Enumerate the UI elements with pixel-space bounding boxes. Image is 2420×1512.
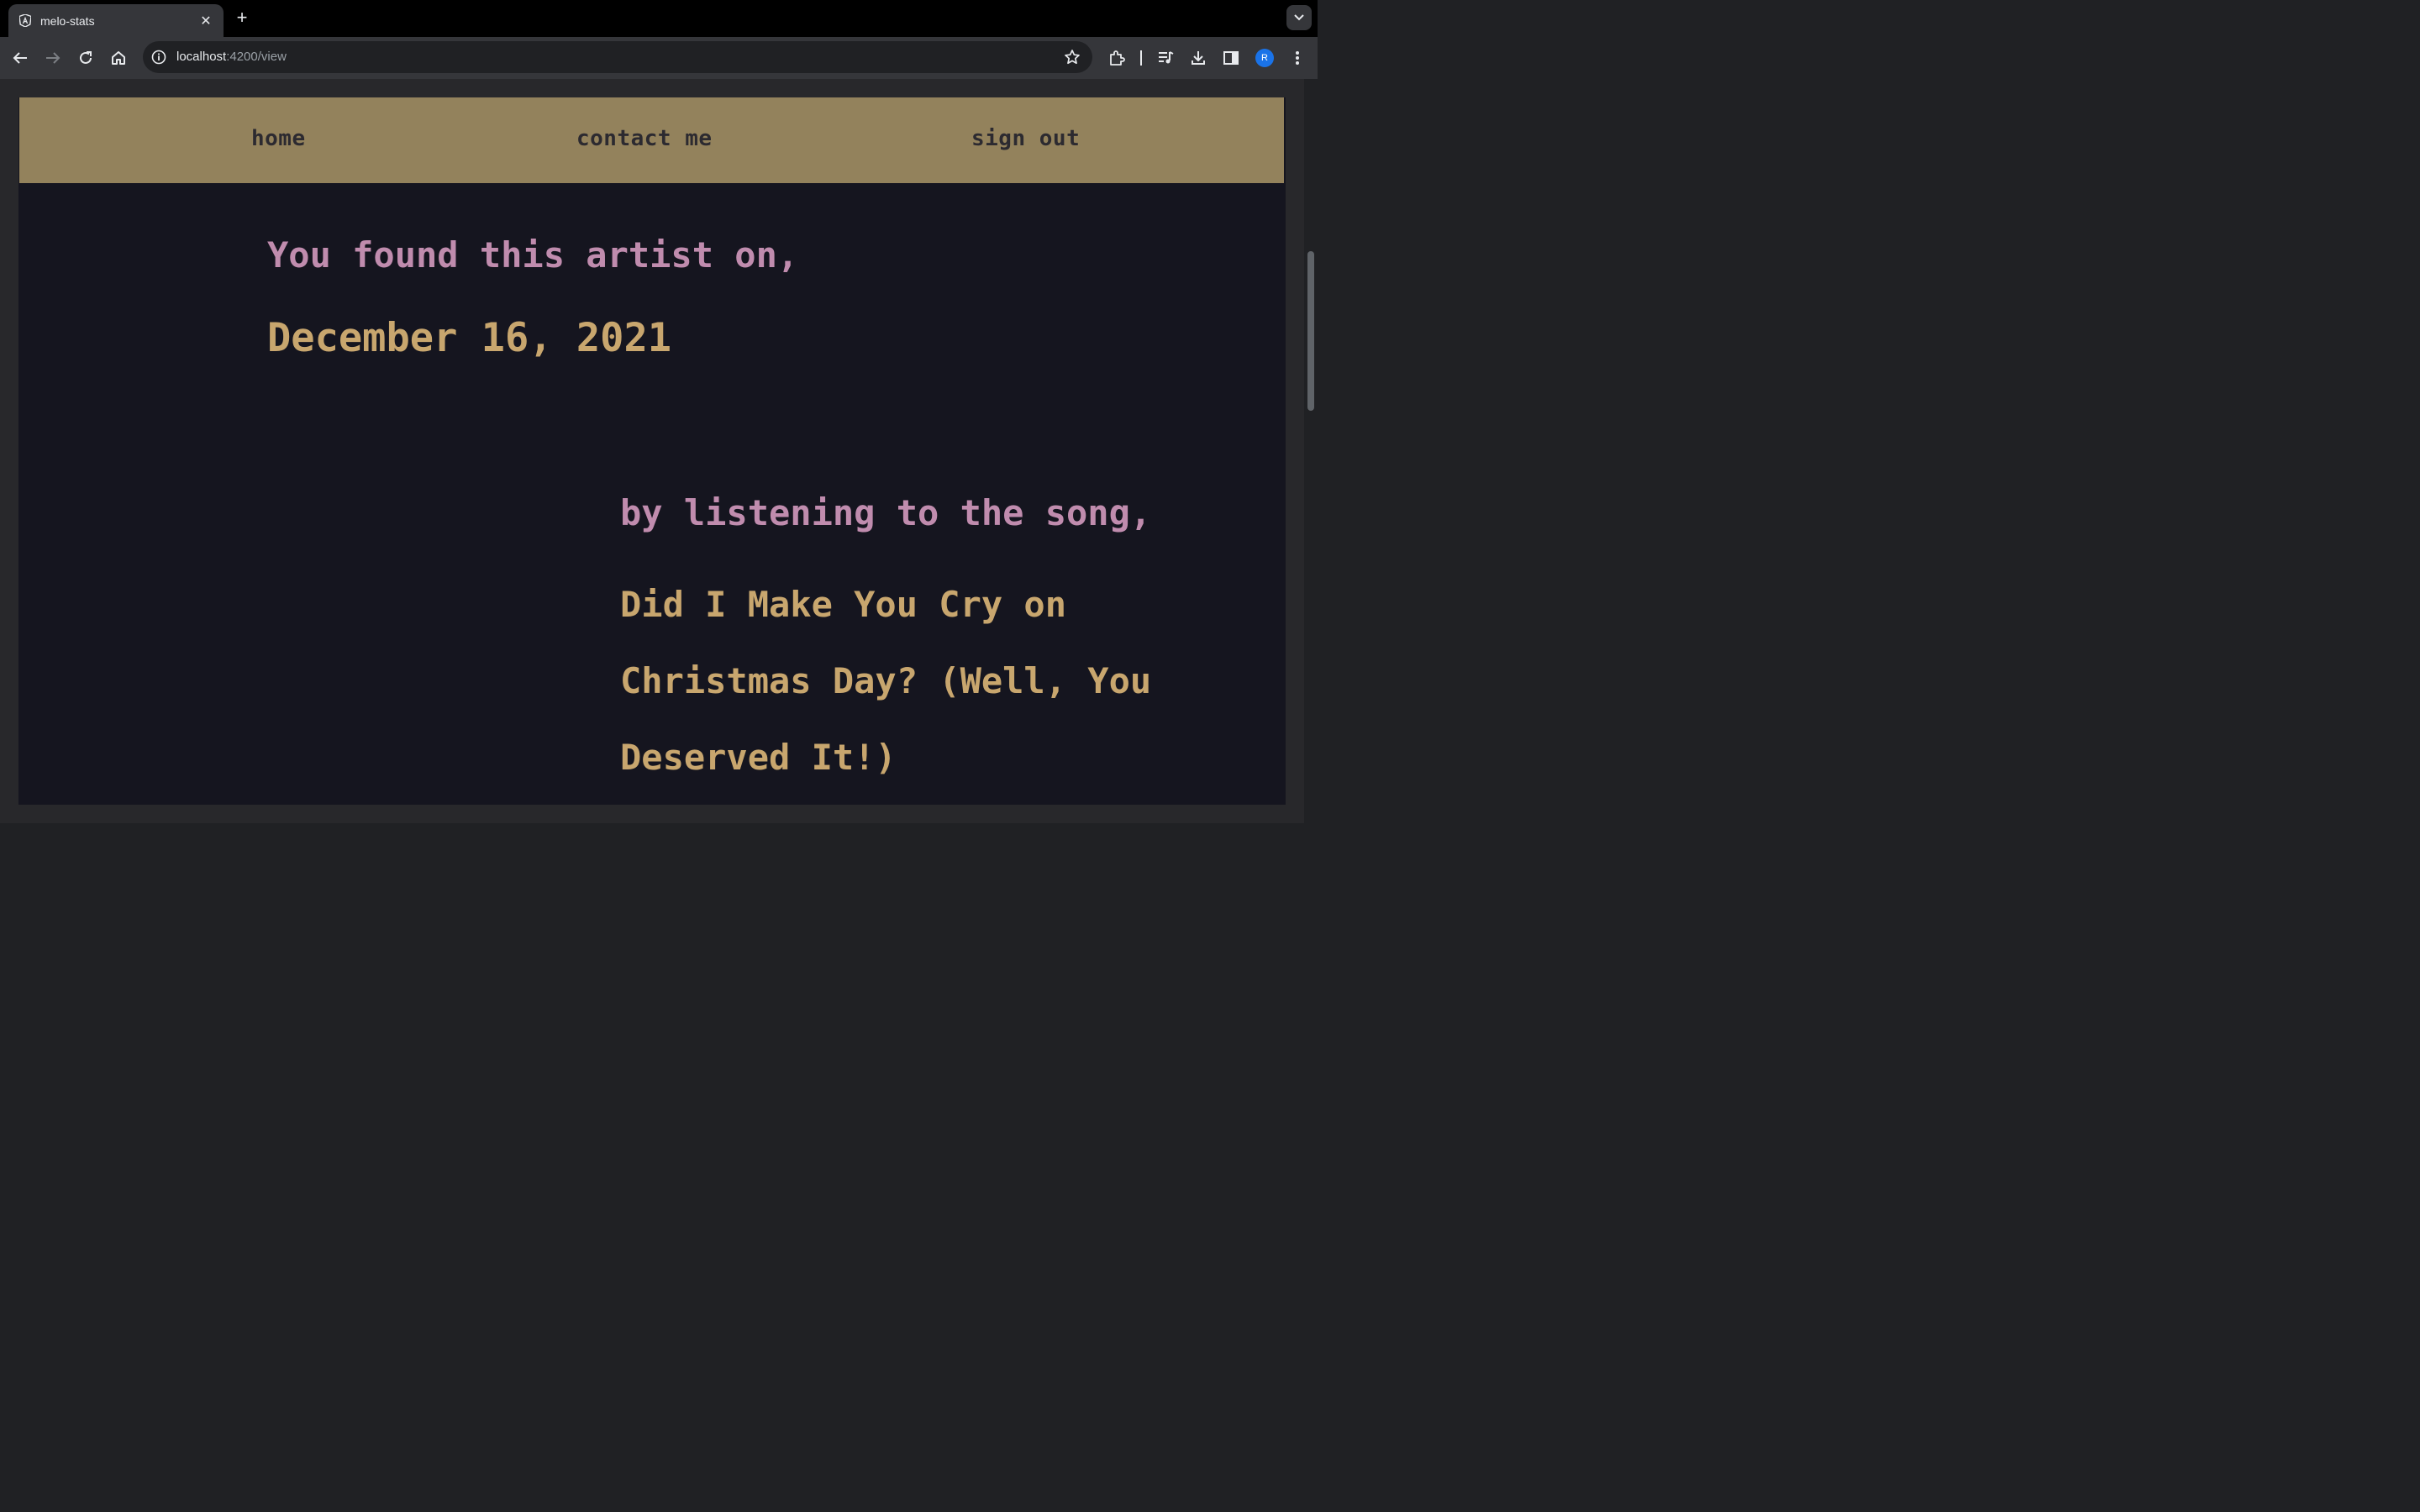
home-icon[interactable]: [108, 47, 129, 69]
menu-kebab-icon[interactable]: [1286, 47, 1308, 69]
nav-signout-link[interactable]: sign out: [971, 126, 1080, 151]
side-panel-icon[interactable]: [1220, 47, 1242, 69]
scrollbar-thumb[interactable]: [1307, 251, 1314, 411]
angular-icon: [18, 14, 32, 28]
toolbar-divider: [1140, 50, 1142, 66]
url-text: localhost:4200/view: [176, 50, 287, 64]
song-title: Did I Make You Cry on Christmas Day? (We…: [620, 584, 1152, 778]
extensions-icon[interactable]: [1106, 47, 1128, 69]
url-path: :4200/view: [226, 50, 287, 64]
address-bar[interactable]: localhost:4200/view: [143, 41, 1092, 73]
tab-search-button[interactable]: [1286, 5, 1312, 30]
discovery-date: December 16, 2021: [267, 315, 672, 361]
site-navbar: home contact me sign out: [19, 97, 1284, 183]
new-tab-icon[interactable]: +: [232, 8, 252, 29]
bookmark-star-icon[interactable]: [1064, 49, 1081, 66]
chevron-down-icon: [1294, 14, 1304, 21]
url-host: localhost: [176, 50, 227, 64]
browser-tab[interactable]: melo-stats ✕: [8, 4, 224, 37]
reload-icon[interactable]: [75, 47, 97, 69]
browser-toolbar: localhost:4200/view R: [0, 37, 1318, 79]
back-icon[interactable]: [9, 47, 31, 69]
song-label: by listening to the song,: [620, 492, 1152, 533]
nav-contact-link[interactable]: contact me: [576, 126, 713, 151]
page-viewport: home contact me sign out You found this …: [0, 79, 1318, 823]
download-icon[interactable]: [1187, 47, 1209, 69]
profile-avatar[interactable]: R: [1255, 49, 1274, 67]
media-controls-icon[interactable]: [1155, 47, 1176, 69]
tab-title: melo-stats: [40, 13, 95, 28]
forward-icon[interactable]: [42, 47, 64, 69]
tab-strip: melo-stats ✕ +: [0, 0, 1318, 37]
found-artist-label: You found this artist on,: [267, 234, 799, 276]
page-scrollbar[interactable]: [1304, 79, 1318, 823]
close-tab-icon[interactable]: ✕: [198, 13, 213, 29]
site-info-icon[interactable]: [151, 50, 166, 65]
nav-home-link[interactable]: home: [251, 126, 306, 151]
page-content: home contact me sign out You found this …: [18, 97, 1286, 805]
